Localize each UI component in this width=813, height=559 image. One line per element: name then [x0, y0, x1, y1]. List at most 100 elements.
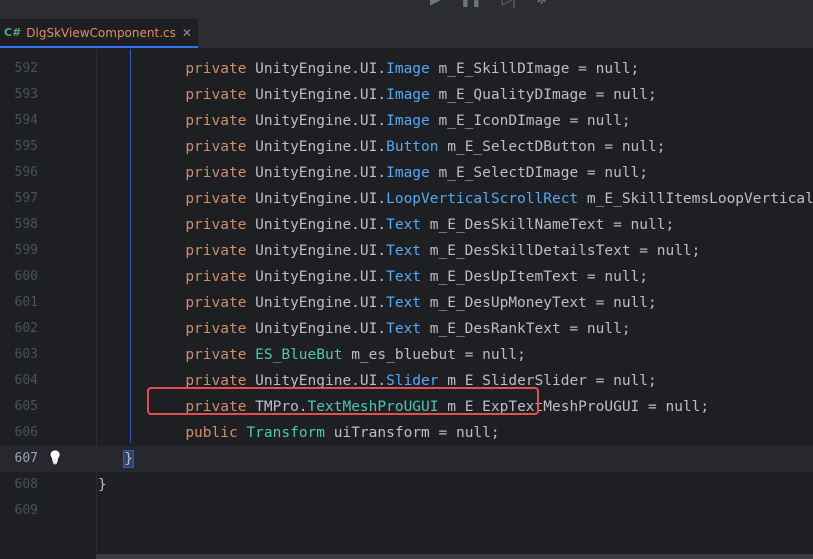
type-token: Text: [386, 295, 422, 311]
identifier-token: m_E_SkillDImage = null;: [429, 61, 640, 77]
annotation-highlight-box: [147, 387, 539, 415]
keyword-token: private: [185, 113, 247, 129]
namespace-token: UnityEngine.UI.: [255, 139, 387, 155]
code-line[interactable]: 597 private UnityEngine.UI.LoopVerticalS…: [0, 186, 813, 212]
code-text: private UnityEngine.UI.Text m_E_DesRankT…: [98, 316, 631, 342]
namespace-token: UnityEngine.UI.: [255, 269, 387, 285]
type-token: Image: [386, 87, 430, 103]
namespace-token: UnityEngine.UI.: [255, 217, 387, 233]
type-token: ES_BlueBut: [255, 347, 343, 363]
code-text: private UnityEngine.UI.Image m_E_SelectD…: [98, 160, 648, 186]
line-number: 596: [14, 165, 38, 180]
keyword-token: private: [185, 217, 247, 233]
keyword-token: private: [185, 165, 247, 181]
line-number: 603: [14, 347, 38, 362]
type-token: Image: [386, 165, 430, 181]
identifier-token: m_E_DesUpItemText = null;: [421, 269, 649, 285]
namespace-token: UnityEngine.UI.: [255, 243, 387, 259]
line-number: 597: [14, 191, 38, 206]
code-text: private UnityEngine.UI.Image m_E_IconDIm…: [98, 108, 631, 134]
type-token: Image: [386, 61, 430, 77]
csharp-file-icon: C#: [4, 26, 22, 39]
code-line[interactable]: 592 private UnityEngine.UI.Image m_E_Ski…: [0, 56, 813, 82]
code-line[interactable]: 599 private UnityEngine.UI.Text m_E_DesS…: [0, 238, 813, 264]
code-text: private UnityEngine.UI.Text m_E_DesUpIte…: [98, 264, 648, 290]
code-line[interactable]: 598 private UnityEngine.UI.Text m_E_DesS…: [0, 212, 813, 238]
type-token: Text: [386, 217, 422, 233]
line-number: 608: [14, 477, 38, 492]
lightbulb-icon[interactable]: 💡: [47, 451, 63, 467]
code-line[interactable]: 601 private UnityEngine.UI.Text m_E_DesU…: [0, 290, 813, 316]
code-line[interactable]: 606 public Transform uiTransform = null;: [0, 420, 813, 446]
identifier-token: m_E_IconDImage = null;: [429, 113, 631, 129]
keyword-token: private: [185, 347, 247, 363]
debug-icon[interactable]: ✲: [536, 0, 547, 8]
line-number: 600: [14, 269, 38, 284]
step-icon[interactable]: ▷|: [502, 0, 516, 8]
code-text: private UnityEngine.UI.Text m_E_DesSkill…: [98, 238, 700, 264]
run-controls: ▶ ❚❚ ▷| ✲: [430, 0, 547, 8]
line-number: 602: [14, 321, 38, 336]
close-icon[interactable]: ✕: [182, 26, 192, 40]
keyword-token: private: [185, 61, 247, 77]
code-line[interactable]: 609: [0, 498, 813, 524]
code-line[interactable]: 595 private UnityEngine.UI.Button m_E_Se…: [0, 134, 813, 160]
keyword-token: private: [185, 191, 247, 207]
tab-title: DlgSkViewComponent.cs: [26, 25, 176, 40]
line-number: 601: [14, 295, 38, 310]
identifier-token: m_E_DesUpMoneyText = null;: [421, 295, 657, 311]
code-text: private UnityEngine.UI.Image m_E_SkillDI…: [98, 56, 639, 82]
line-number: 605: [14, 399, 38, 414]
code-line[interactable]: 603 private ES_BlueBut m_es_bluebut = nu…: [0, 342, 813, 368]
code-line[interactable]: 594 private UnityEngine.UI.Image m_E_Ico…: [0, 108, 813, 134]
line-number: 592: [14, 61, 38, 76]
identifier-token: m_E_DesSkillDetailsText = null;: [421, 243, 701, 259]
keyword-token: private: [185, 87, 247, 103]
code-line[interactable]: 600 private UnityEngine.UI.Text m_E_DesU…: [0, 264, 813, 290]
namespace-token: UnityEngine.UI.: [255, 191, 387, 207]
code-text: public Transform uiTransform = null;: [98, 420, 500, 446]
type-token: Transform: [246, 425, 326, 441]
line-number: 594: [14, 113, 38, 128]
type-token: LoopVerticalScrollRect: [386, 191, 579, 207]
run-icon[interactable]: ▶: [430, 0, 440, 8]
code-text: private UnityEngine.UI.Image m_E_Quality…: [98, 82, 657, 108]
code-text: private UnityEngine.UI.LoopVerticalScrol…: [98, 186, 813, 212]
namespace-token: UnityEngine.UI.: [255, 295, 387, 311]
code-editor[interactable]: 592 private UnityEngine.UI.Image m_E_Ski…: [0, 49, 813, 559]
code-line[interactable]: 607 💡 }: [0, 446, 813, 472]
namespace-token: UnityEngine.UI.: [255, 61, 387, 77]
horizontal-scrollbar[interactable]: [96, 554, 813, 559]
code-text: private ES_BlueBut m_es_bluebut = null;: [98, 342, 525, 368]
keyword-token: private: [185, 139, 247, 155]
type-token: Image: [386, 113, 430, 129]
code-line[interactable]: 608}: [0, 472, 813, 498]
editor-tab-bar: C# DlgSkViewComponent.cs ✕: [0, 19, 813, 49]
identifier-token: m_E_SelectDButton = null;: [438, 139, 666, 155]
tab-dlgskviewcomponent[interactable]: C# DlgSkViewComponent.cs ✕: [0, 19, 198, 48]
identifier-token: m_E_DesRankText = null;: [421, 321, 631, 337]
namespace-token: UnityEngine.UI.: [255, 321, 387, 337]
line-number: 604: [14, 373, 38, 388]
namespace-token: UnityEngine.UI.: [255, 113, 387, 129]
code-line[interactable]: 602 private UnityEngine.UI.Text m_E_DesR…: [0, 316, 813, 342]
line-number: 609: [14, 503, 38, 518]
matched-brace: }: [123, 450, 134, 468]
top-toolbar: ▶ ❚❚ ▷| ✲: [0, 0, 813, 19]
identifier-token: m_E_QualityDImage = null;: [429, 87, 657, 103]
code-text: private UnityEngine.UI.Text m_E_DesSkill…: [98, 212, 674, 238]
code-line[interactable]: 593 private UnityEngine.UI.Image m_E_Qua…: [0, 82, 813, 108]
namespace-token: UnityEngine.UI.: [255, 165, 387, 181]
identifier-token: m_E_SkillItemsLoopVertical: [578, 191, 813, 207]
keyword-token: private: [185, 269, 247, 285]
line-number: 598: [14, 217, 38, 232]
pause-icon[interactable]: ❚❚: [460, 0, 482, 8]
type-token: Text: [386, 243, 422, 259]
identifier-token: uiTransform = null;: [325, 425, 500, 441]
code-line[interactable]: 596 private UnityEngine.UI.Image m_E_Sel…: [0, 160, 813, 186]
identifier-token: m_E_SelectDImage = null;: [429, 165, 649, 181]
keyword-token: private: [185, 295, 247, 311]
keyword-token: private: [185, 321, 247, 337]
keyword-token: public: [185, 425, 238, 441]
line-number: 606: [14, 425, 38, 440]
